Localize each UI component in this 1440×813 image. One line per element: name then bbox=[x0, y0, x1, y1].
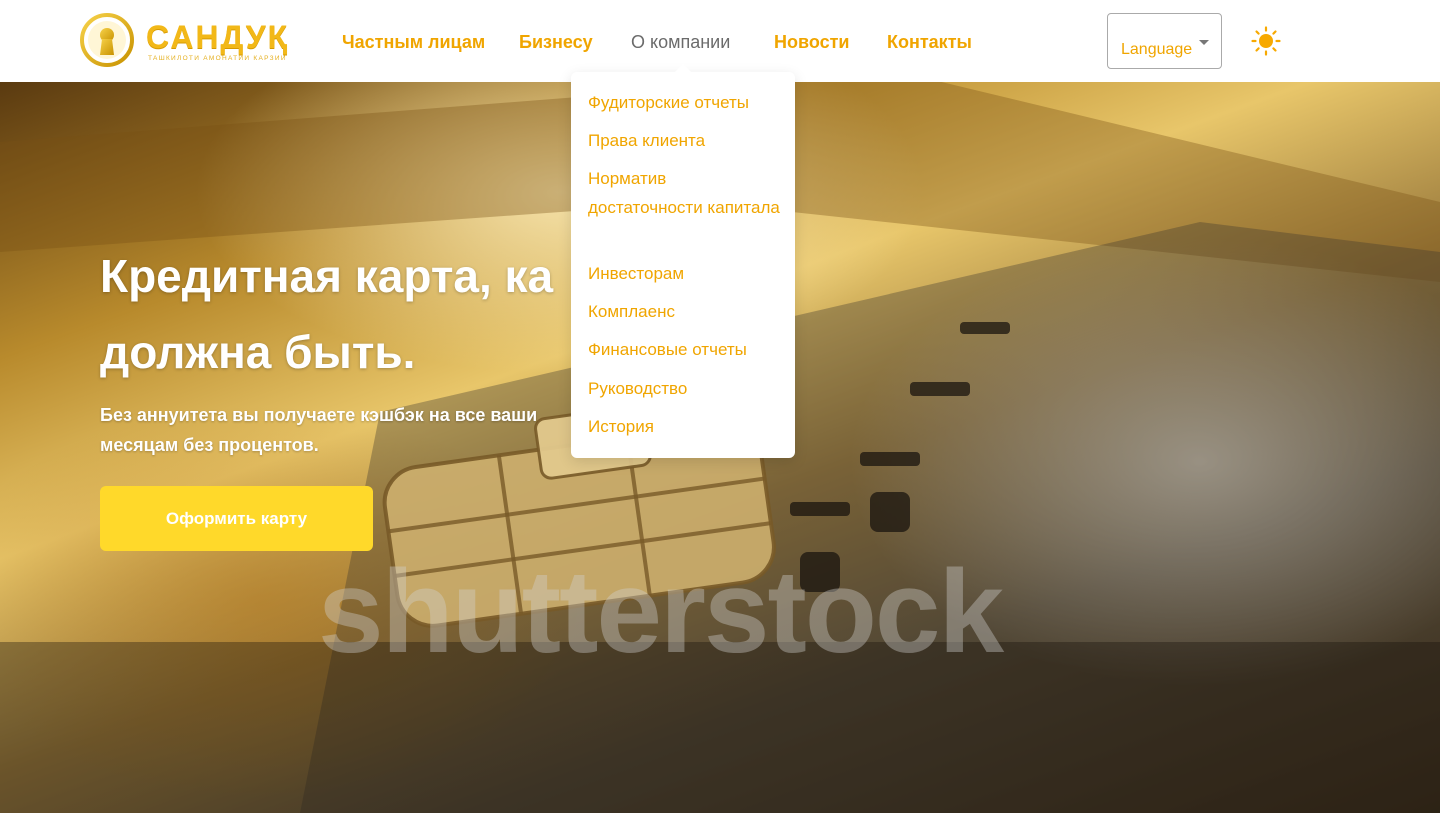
language-select[interactable]: Language bbox=[1107, 13, 1222, 69]
site-logo[interactable]: САНДУҚ ТАШКИЛОТИ АМОНАТИИ КАРЗИИ ХУРД bbox=[80, 13, 290, 69]
menu-item-compliance[interactable]: Комплаенс bbox=[588, 298, 783, 327]
menu-item-financial-reports[interactable]: Финансовые отчеты bbox=[588, 336, 783, 365]
menu-item-investors[interactable]: Инвесторам bbox=[588, 260, 783, 289]
menu-item-audit-reports[interactable]: Фудиторские отчеты bbox=[588, 89, 783, 118]
menu-item-history[interactable]: История bbox=[588, 413, 783, 442]
logo-wordmark: САНДУҚ bbox=[146, 19, 290, 55]
hero-subtitle-line1: Без аннуитета вы получаете кэшбэк на все… bbox=[100, 405, 538, 425]
nav-item-about[interactable]: О компании bbox=[631, 31, 730, 53]
apply-card-button[interactable]: Оформить карту bbox=[100, 486, 373, 551]
sun-icon[interactable] bbox=[1251, 26, 1281, 56]
menu-item-client-rights[interactable]: Права клиента bbox=[588, 127, 783, 156]
about-dropdown-menu: Фудиторские отчеты Права клиента Нормати… bbox=[571, 72, 795, 458]
menu-item-management[interactable]: Руководство bbox=[588, 375, 783, 404]
nav-item-news[interactable]: Новости bbox=[774, 31, 849, 53]
hero-title-line2: должна быть. bbox=[100, 326, 416, 378]
dropdown-pointer bbox=[675, 64, 691, 72]
keyhole-logo-icon bbox=[80, 13, 134, 67]
nav-item-private[interactable]: Частным лицам bbox=[342, 31, 485, 53]
site-header: САНДУҚ ТАШКИЛОТИ АМОНАТИИ КАРЗИИ ХУРД Ча… bbox=[0, 0, 1440, 82]
logo-tagline: ТАШКИЛОТИ АМОНАТИИ КАРЗИИ ХУРД bbox=[148, 55, 288, 62]
nav-item-contacts[interactable]: Контакты bbox=[887, 31, 972, 53]
watermark-text: shutterstock bbox=[318, 546, 1004, 678]
menu-item-capital-adequacy[interactable]: Норматив достаточности капитала bbox=[588, 165, 783, 222]
hero-title-line1: Кредитная карта, ка bbox=[100, 250, 554, 302]
hero-subtitle-line2: месяцам без процентов. bbox=[100, 435, 319, 455]
caret-down-icon bbox=[1199, 40, 1209, 45]
nav-item-business[interactable]: Бизнесу bbox=[519, 31, 593, 53]
language-label: Language bbox=[1121, 40, 1193, 58]
